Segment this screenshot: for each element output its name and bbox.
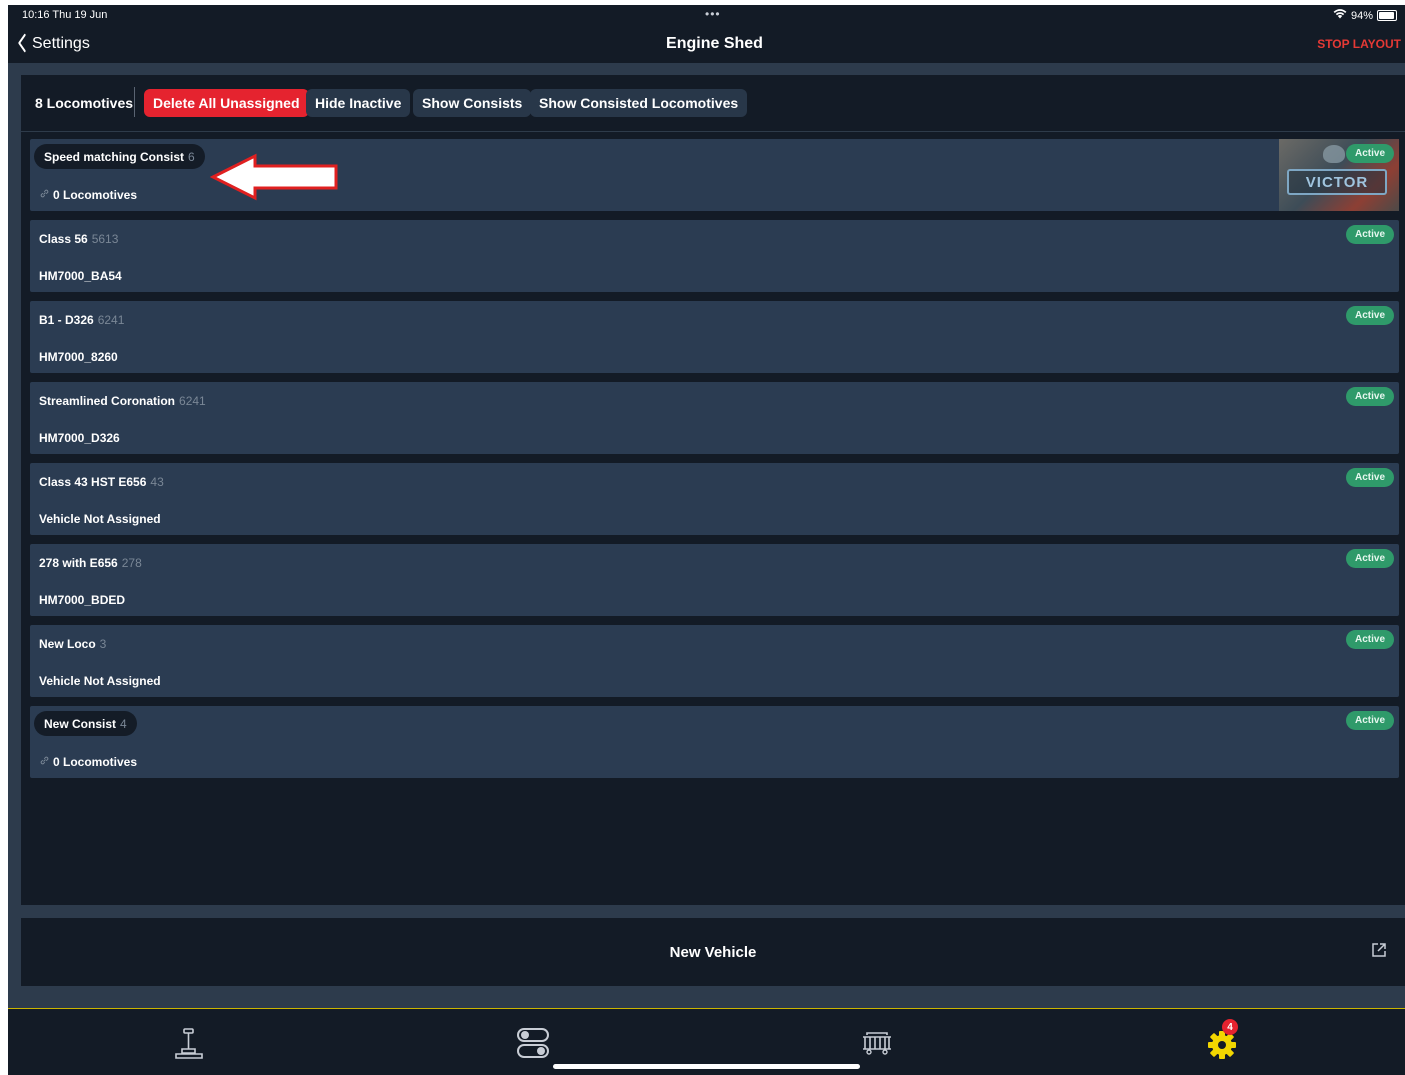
tab-settings[interactable]: 4 bbox=[1202, 1019, 1242, 1063]
consist-name-pill: Speed matching Consist 6 bbox=[34, 144, 205, 169]
status-badge: Active bbox=[1345, 387, 1394, 406]
status-badge: Active bbox=[1345, 630, 1394, 649]
annotation-arrow bbox=[210, 153, 338, 201]
status-badge: Active bbox=[1345, 549, 1394, 568]
list-item[interactable]: New Consist 4 0 Locomotives Active bbox=[30, 706, 1399, 778]
hide-inactive-button[interactable]: Hide Inactive bbox=[306, 89, 411, 117]
tab-engine-shed[interactable] bbox=[857, 1023, 897, 1063]
list-item[interactable]: New Loco 3 Vehicle Not Assigned Active bbox=[30, 625, 1399, 697]
new-vehicle-label: New Vehicle bbox=[669, 944, 757, 961]
item-name: Class 43 HST E656 bbox=[39, 475, 147, 489]
show-consisted-locomotives-button[interactable]: Show Consisted Locomotives bbox=[530, 89, 748, 117]
locomotive-count: 8 Locomotives bbox=[35, 95, 134, 111]
item-address: 5613 bbox=[91, 232, 119, 246]
status-badge: Active bbox=[1345, 711, 1394, 730]
battery-icon bbox=[1377, 10, 1397, 21]
delete-all-unassigned-button[interactable]: Delete All Unassigned bbox=[144, 89, 309, 117]
status-time: 10:16 Thu 19 Jun bbox=[22, 9, 108, 21]
item-address: 6241 bbox=[97, 313, 125, 327]
tab-throttle[interactable] bbox=[169, 1023, 209, 1063]
status-badge: Active bbox=[1345, 225, 1394, 244]
throttle-lever-icon bbox=[169, 1028, 209, 1067]
item-name: 278 with E656 bbox=[39, 556, 118, 570]
nameplate-image: VICTOR bbox=[1287, 169, 1387, 195]
list-item[interactable]: 278 with E656 278 HM7000_BDED Active bbox=[30, 544, 1399, 616]
item-title: Streamlined Coronation 6241 bbox=[39, 394, 206, 408]
toolbar-divider bbox=[134, 87, 135, 117]
item-address: 278 bbox=[121, 556, 142, 570]
item-subtitle: HM7000_8260 bbox=[39, 350, 118, 364]
item-address: 4 bbox=[120, 716, 127, 731]
item-address: 3 bbox=[99, 637, 107, 651]
item-address: 6 bbox=[188, 149, 195, 164]
item-title: Class 56 5613 bbox=[39, 232, 118, 246]
item-subtitle: 0 Locomotives bbox=[39, 188, 137, 202]
notification-badge: 4 bbox=[1222, 1019, 1238, 1035]
item-name: Speed matching Consist bbox=[44, 149, 185, 164]
wifi-icon bbox=[1333, 9, 1347, 22]
status-badge: Active bbox=[1345, 144, 1394, 163]
new-vehicle-button[interactable]: New Vehicle bbox=[21, 918, 1405, 986]
item-name: B1 - D326 bbox=[39, 313, 94, 327]
list-item[interactable]: Class 43 HST E656 43 Vehicle Not Assigned… bbox=[30, 463, 1399, 535]
multitasking-dots[interactable]: ••• bbox=[705, 7, 721, 21]
home-indicator[interactable] bbox=[553, 1064, 860, 1069]
item-address: 6241 bbox=[179, 394, 206, 408]
item-subtitle: Vehicle Not Assigned bbox=[39, 674, 161, 688]
item-name: New Loco bbox=[39, 637, 96, 651]
page-title: Engine Shed bbox=[666, 35, 763, 52]
list-toolbar: 8 Locomotives Delete All Unassigned Hide… bbox=[21, 75, 1405, 132]
status-badge: Active bbox=[1345, 468, 1394, 487]
item-title: New Loco 3 bbox=[39, 637, 106, 651]
item-name: Class 56 bbox=[39, 232, 88, 246]
tab-switches[interactable] bbox=[513, 1023, 553, 1063]
item-name: Streamlined Coronation bbox=[39, 394, 176, 408]
item-title: Class 43 HST E656 43 bbox=[39, 475, 164, 489]
item-subtitle: HM7000_D326 bbox=[39, 431, 120, 445]
item-subtitle: Vehicle Not Assigned bbox=[39, 512, 161, 526]
consist-name-pill: New Consist 4 bbox=[34, 711, 137, 736]
item-subtitle: HM7000_BA54 bbox=[39, 269, 122, 283]
gear-icon bbox=[1202, 1031, 1242, 1067]
item-subtitle: HM7000_BDED bbox=[39, 593, 126, 607]
link-icon bbox=[39, 755, 50, 769]
item-name: New Consist bbox=[44, 716, 117, 731]
item-title: B1 - D326 6241 bbox=[39, 313, 124, 327]
toggle-switches-icon bbox=[513, 1028, 553, 1067]
locomotive-icon bbox=[857, 1032, 897, 1067]
crest-emblem bbox=[1323, 145, 1345, 163]
item-title: 278 with E656 278 bbox=[39, 556, 142, 570]
link-icon bbox=[39, 188, 50, 202]
list-item[interactable]: Streamlined Coronation 6241 HM7000_D326 A… bbox=[30, 382, 1399, 454]
navigation-bar: 10:16 Thu 19 Jun ••• 94% Settings Engine… bbox=[8, 5, 1405, 63]
stop-layout-button[interactable]: STOP LAYOUT bbox=[1317, 37, 1401, 51]
external-link-icon bbox=[1371, 942, 1389, 960]
list-item[interactable]: Class 56 5613 HM7000_BA54 Active bbox=[30, 220, 1399, 292]
status-badge: Active bbox=[1345, 306, 1394, 325]
item-address: 43 bbox=[150, 475, 164, 489]
list-item[interactable]: B1 - D326 6241 HM7000_8260 Active bbox=[30, 301, 1399, 373]
battery-percent: 94% bbox=[1350, 9, 1373, 22]
item-subtitle: 0 Locomotives bbox=[39, 755, 137, 769]
show-consists-button[interactable]: Show Consists bbox=[413, 89, 532, 117]
status-indicators: 94% bbox=[1333, 9, 1397, 22]
